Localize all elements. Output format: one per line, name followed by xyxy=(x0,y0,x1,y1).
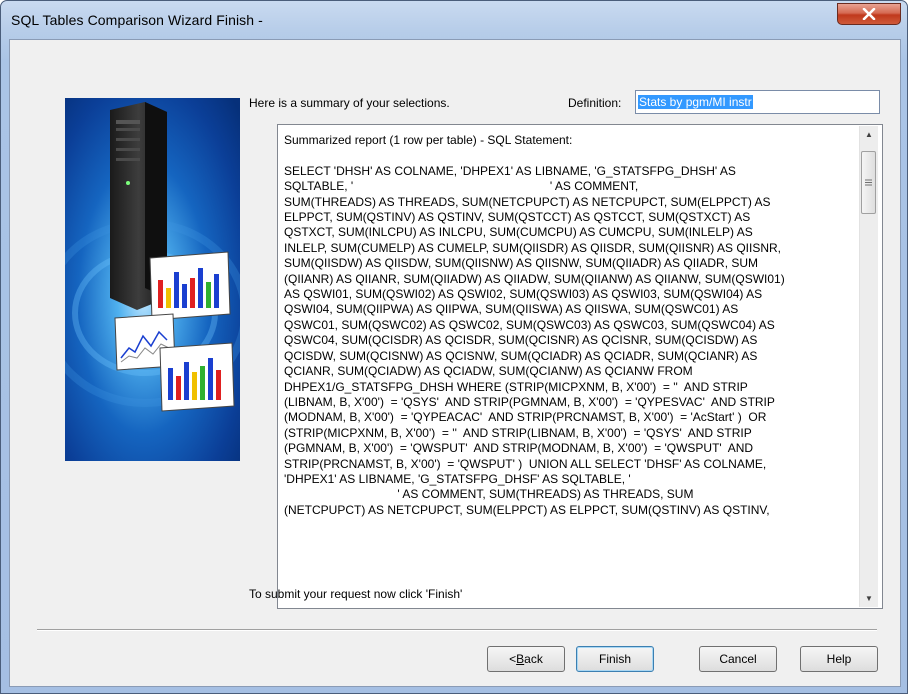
help-button[interactable]: Help xyxy=(800,646,878,672)
report-line: ' AS COMMENT, SUM(THREADS) AS THREADS, S… xyxy=(284,487,694,502)
scroll-up-arrow-icon[interactable]: ▲ xyxy=(860,126,878,143)
report-line: (PGMNAM, B, X'00') = 'QWSPUT' AND STRIP(… xyxy=(284,441,754,456)
report-line: QSWC04, SUM(QCISDR) AS QCISDR, SUM(QCISN… xyxy=(284,333,758,348)
wizard-window: SQL Tables Comparison Wizard Finish - He… xyxy=(0,0,908,694)
back-button[interactable]: < Back xyxy=(487,646,565,672)
submit-hint: To submit your request now click 'Finish… xyxy=(249,587,463,601)
definition-label: Definition: xyxy=(568,96,622,110)
report-line: SQLTABLE, ' ' AS COMMENT, xyxy=(284,179,639,194)
report-line: SUM(THREADS) AS THREADS, SUM(NETCPUPCT) … xyxy=(284,194,771,209)
finish-button[interactable]: Finish xyxy=(576,646,654,672)
close-button[interactable] xyxy=(837,3,901,25)
report-line: (STRIP(MICPXNM, B, X'00') = '' AND STRIP… xyxy=(284,425,752,440)
report-line: QSWI04, SUM(QIIPWA) AS QIIPWA, SUM(QIISW… xyxy=(284,302,739,317)
report-line: QSTXCT, SUM(INLCPU) AS INLCPU, SUM(CUMCP… xyxy=(284,225,753,240)
report-line: QCISDW, SUM(QCISNW) AS QCISNW, SUM(QCIAD… xyxy=(284,348,758,363)
report-line: AS QSWI01, SUM(QSWI02) AS QSWI02, SUM(QS… xyxy=(284,287,763,302)
report-line: SUM(QIISDW) AS QIISDW, SUM(QIISNW) AS QI… xyxy=(284,256,759,271)
report-line: ELPPCT, SUM(QSTINV) AS QSTINV, SUM(QSTCC… xyxy=(284,210,751,225)
sql-report-textbox[interactable]: Summarized report (1 row per table) - SQ… xyxy=(277,124,883,609)
back-label-rest: ack xyxy=(524,652,543,666)
separator-line xyxy=(37,629,877,631)
definition-field[interactable]: Stats by pgm/MI instr xyxy=(635,90,880,114)
report-line: Summarized report (1 row per table) - SQ… xyxy=(284,133,573,147)
title-bar[interactable]: SQL Tables Comparison Wizard Finish - xyxy=(1,1,907,39)
report-line: (QIIANR) AS QIIANR, SUM(QIIADW) AS QIIAD… xyxy=(284,271,785,286)
cancel-button[interactable]: Cancel xyxy=(699,646,777,672)
summary-label: Here is a summary of your selections. xyxy=(249,96,450,110)
report-line: SELECT 'DHSH' AS COLNAME, 'DHPEX1' AS LI… xyxy=(284,163,736,178)
scroll-thumb[interactable] xyxy=(861,151,876,214)
report-line: 'DHPEX1' AS LIBNAME, 'G_STATSFPG_DHSF' A… xyxy=(284,471,631,486)
window-title: SQL Tables Comparison Wizard Finish - xyxy=(11,12,263,28)
close-icon xyxy=(862,8,876,20)
report-line xyxy=(284,148,856,163)
report-line: (MODNAM, B, X'00') = 'QYPEACAC' AND STRI… xyxy=(284,410,767,425)
back-prefix: < xyxy=(509,652,517,666)
report-line: INLELP, SUM(CUMELP) AS CUMELP, SUM(QIISD… xyxy=(284,240,781,255)
report-line: QCIANR, SUM(QCIADW) AS QCIADW, SUM(QCIAN… xyxy=(284,364,693,379)
report-line: (LIBNAM, B, X'00') = 'QSYS' AND STRIP(PG… xyxy=(284,394,775,409)
report-line: QSWC01, SUM(QSWC02) AS QSWC02, SUM(QSWC0… xyxy=(284,317,775,332)
report-line: STRIP(PRCNAMST, B, X'00') = 'QWSPUT' ) U… xyxy=(284,456,767,471)
scroll-down-arrow-icon[interactable]: ▼ xyxy=(860,590,878,607)
sql-report-text: Summarized report (1 row per table) - SQ… xyxy=(284,133,856,605)
grip-icon xyxy=(865,179,872,186)
server-with-charts-illustration xyxy=(65,98,240,461)
dialog-client-area: Here is a summary of your selections. De… xyxy=(9,39,901,687)
report-line: (NETCPUPCT) AS NETCPUPCT, SUM(ELPPCT) AS… xyxy=(284,502,770,517)
definition-value: Stats by pgm/MI instr xyxy=(638,95,753,109)
vertical-scrollbar[interactable]: ▲ ▼ xyxy=(859,126,878,607)
back-mnemonic: B xyxy=(516,652,525,666)
report-line: DHPEX1/G_STATSFPG_DHSH WHERE (STRIP(MICP… xyxy=(284,379,748,394)
